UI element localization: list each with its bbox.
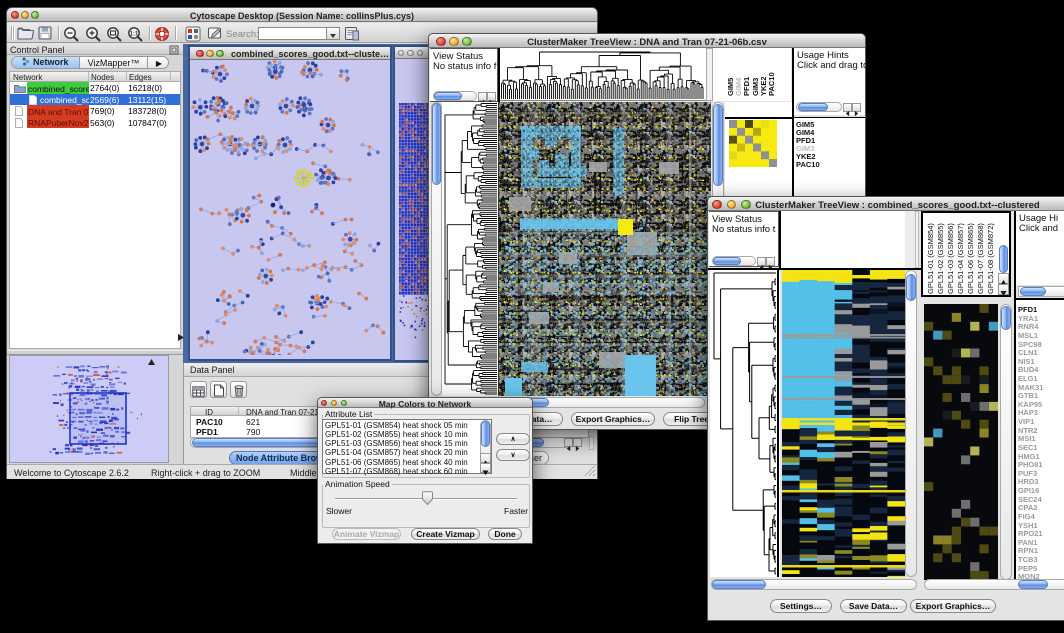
svg-text:1:1: 1:1 — [130, 31, 139, 37]
